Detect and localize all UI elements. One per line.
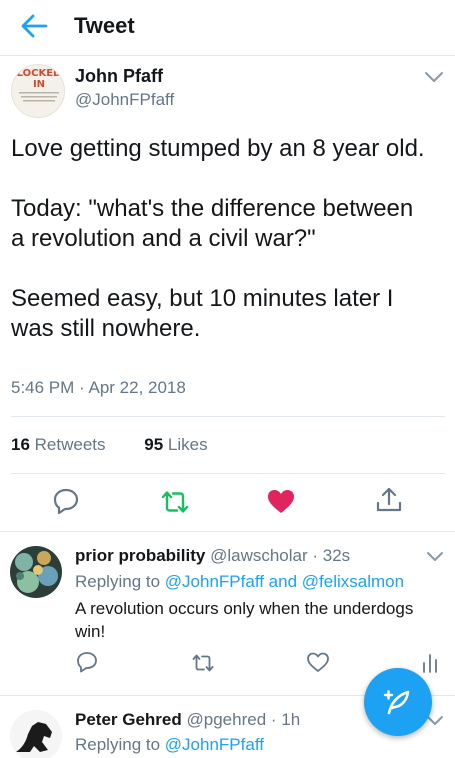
replying-to-links[interactable]: @JohnFPfaff (165, 735, 264, 754)
avatar[interactable] (10, 710, 62, 758)
likes-label: Likes (167, 435, 208, 454)
replying-to-prefix: Replying to (75, 572, 161, 591)
share-icon[interactable] (374, 485, 404, 515)
replying-to: Replying to @JohnFPfaff (75, 735, 264, 755)
avatar-line2: IN (33, 79, 45, 90)
heart-icon[interactable] (266, 486, 296, 516)
chevron-down-icon[interactable] (426, 715, 444, 727)
heart-icon[interactable] (306, 650, 330, 674)
avatar-book-cover: LOCKED IN (12, 65, 64, 117)
author-name[interactable]: John Pfaff (75, 66, 163, 87)
tweet-line: Today: "what's the difference between (11, 195, 414, 222)
retweets-stat[interactable]: 16 Retweets (11, 435, 106, 454)
reply-time: · 32s (312, 546, 351, 565)
divider (0, 531, 455, 532)
avatar-line1: LOCKED (17, 68, 62, 79)
likes-stat[interactable]: 95 Likes (144, 435, 207, 454)
likes-count: 95 (144, 435, 164, 454)
speech-bubble-icon[interactable] (75, 650, 99, 674)
tweet-text: Love getting stumped by an 8 year old. T… (11, 134, 447, 344)
arrow-left-icon[interactable] (20, 12, 48, 40)
author-handle[interactable]: @JohnFPfaff (75, 90, 174, 110)
avatar-image (10, 710, 62, 758)
replying-to-links[interactable]: @JohnFPfaff and @felixsalmon (165, 572, 404, 591)
reply-author-name[interactable]: prior probability (75, 546, 205, 565)
compose-button[interactable] (364, 668, 432, 736)
replying-to: Replying to @JohnFPfaff and @felixsalmon (75, 572, 404, 592)
page-title: Tweet (74, 13, 135, 38)
tweet-line: was still nowhere. (11, 315, 201, 342)
tweet-line: a revolution and a civil war?" (11, 225, 316, 252)
chevron-down-icon[interactable] (424, 70, 444, 84)
reply-author-name[interactable]: Peter Gehred (75, 710, 182, 729)
chevron-down-icon[interactable] (426, 551, 444, 563)
avatar[interactable]: LOCKED IN (11, 64, 65, 118)
reply-text: A revolution occurs only when the underd… (75, 599, 414, 641)
reply-author-handle[interactable]: @pgehred (187, 710, 267, 729)
retweet-icon[interactable] (160, 487, 190, 517)
retweets-label: Retweets (34, 435, 106, 454)
compose-feather-icon (383, 690, 410, 715)
retweets-count: 16 (11, 435, 30, 454)
top-bar: Tweet (0, 0, 455, 56)
avatar[interactable] (10, 546, 62, 598)
reply-header: prior probability @lawscholar · 32s (75, 546, 350, 566)
replying-to-prefix: Replying to (75, 735, 161, 754)
reply-header: Peter Gehred @pgehred · 1h (75, 710, 300, 730)
reply-author-handle[interactable]: @lawscholar (210, 546, 308, 565)
retweet-icon[interactable] (191, 651, 215, 675)
timestamp[interactable]: 5:46 PM · Apr 22, 2018 (11, 378, 186, 398)
reply-time: · 1h (270, 710, 301, 729)
engagement-stats: 16 Retweets 95 Likes (11, 435, 242, 455)
tweet-line: Love getting stumped by an 8 year old. (11, 135, 425, 162)
divider (11, 473, 445, 474)
avatar-image (10, 546, 62, 598)
tweet-line: Seemed easy, but 10 minutes later I (11, 285, 394, 312)
speech-bubble-icon[interactable] (51, 486, 81, 516)
analytics-icon[interactable] (420, 651, 444, 675)
divider (11, 416, 445, 417)
